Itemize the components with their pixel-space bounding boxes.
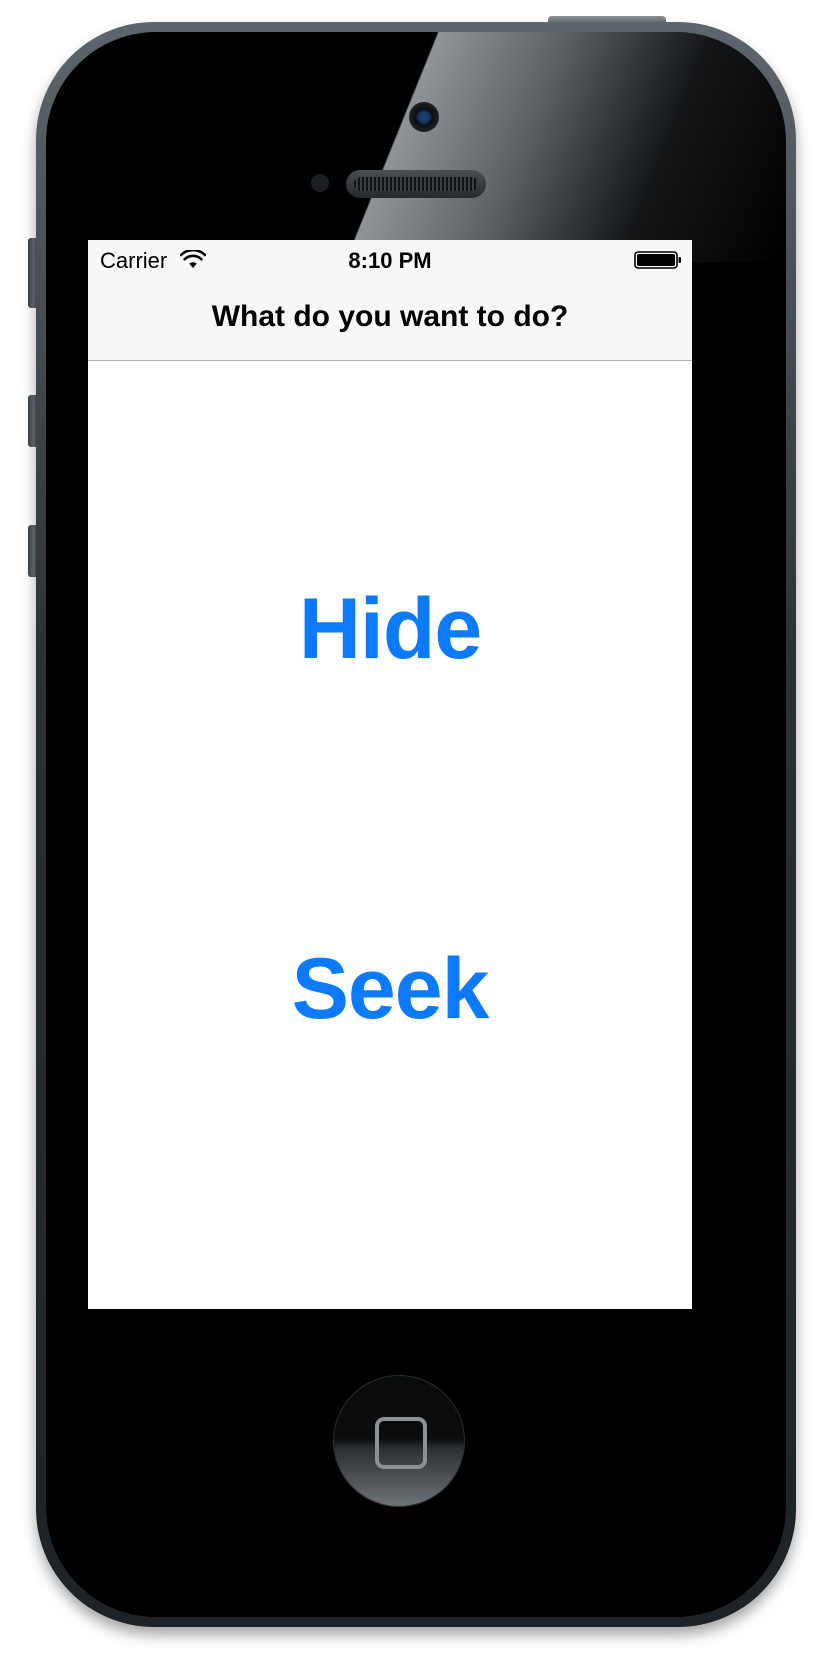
home-square-icon <box>375 1417 427 1469</box>
battery-icon <box>634 251 681 269</box>
seek-button[interactable]: Seek <box>88 940 692 1039</box>
earpiece-speaker <box>346 170 486 198</box>
app-screen: Carrier 8:10 PM What do you want to do? … <box>88 240 692 1309</box>
status-time: 8:10 PM <box>348 248 432 273</box>
screen-glare <box>46 32 786 262</box>
status-bar: Carrier 8:10 PM <box>88 240 692 280</box>
front-camera-icon <box>409 102 439 132</box>
device-frame: Carrier 8:10 PM What do you want to do? … <box>0 0 828 1668</box>
phone-face: Carrier 8:10 PM What do you want to do? … <box>46 32 786 1617</box>
proximity-sensor <box>311 174 329 192</box>
home-button[interactable] <box>333 1375 465 1507</box>
page-title: What do you want to do? <box>211 300 569 333</box>
navigation-bar: Carrier 8:10 PM What do you want to do? <box>88 240 692 361</box>
hide-button[interactable]: Hide <box>88 580 692 679</box>
phone-body: Carrier 8:10 PM What do you want to do? … <box>36 22 796 1627</box>
speaker-grille <box>354 177 478 191</box>
